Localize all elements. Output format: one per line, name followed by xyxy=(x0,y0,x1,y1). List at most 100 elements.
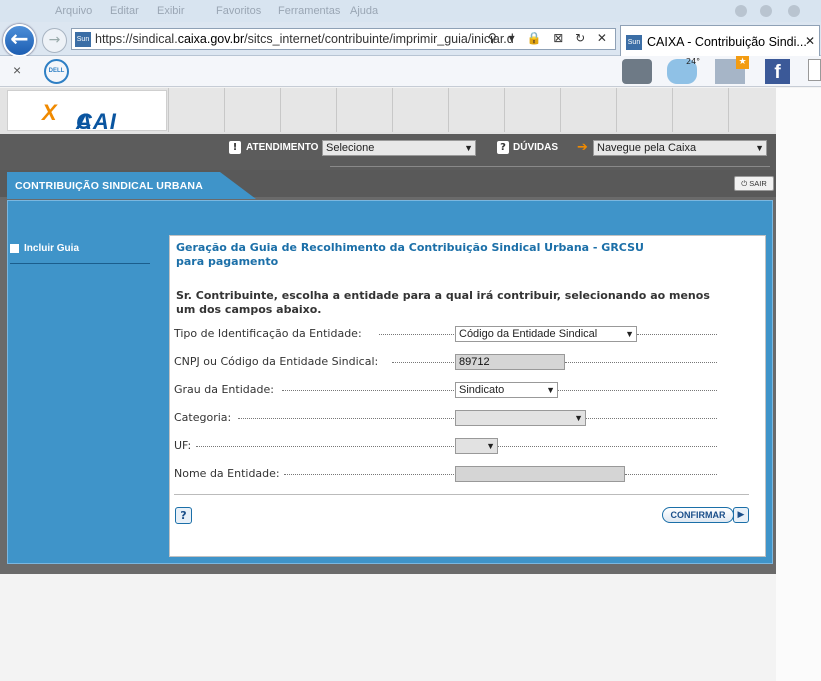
categoria-row: Categoria: ▼ xyxy=(174,410,754,426)
facebook-icon[interactable]: f xyxy=(765,59,790,84)
tipo-select[interactable]: Código da Entidade Sindical ▼ xyxy=(455,326,637,342)
tab-contribuicao-sindical[interactable]: CONTRIBUIÇÃO SINDICAL URBANA xyxy=(7,172,256,199)
dot-leader xyxy=(196,446,454,447)
dot-leader xyxy=(238,418,454,419)
grau-select[interactable]: Sindicato ▼ xyxy=(455,382,558,398)
weather-temperature: 24° xyxy=(686,57,701,66)
forward-button[interactable]: → xyxy=(42,28,67,53)
form-title-line2: para pagamento xyxy=(176,255,279,268)
home-icon[interactable] xyxy=(735,5,747,17)
header-cell xyxy=(168,88,224,132)
chevron-down-icon: ▼ xyxy=(755,143,764,153)
car-icon[interactable] xyxy=(622,59,652,84)
dot-leader xyxy=(284,474,454,475)
mail-icon[interactable]: ★ xyxy=(715,56,749,84)
instruction-line1: Sr. Contribuinte, escolha a entidade par… xyxy=(176,289,710,302)
categoria-label: Categoria: xyxy=(174,411,232,424)
dot-leader xyxy=(498,446,717,447)
dot-leader xyxy=(558,390,717,391)
dot-leader xyxy=(637,334,717,335)
close-toolbar-icon[interactable]: × xyxy=(13,62,21,78)
grau-select-value: Sindicato xyxy=(459,384,505,396)
atendimento-select[interactable]: Selecione ▼ xyxy=(322,140,476,156)
site-favicon-icon: Sun xyxy=(75,32,91,47)
dot-leader xyxy=(392,362,454,363)
header-cell xyxy=(560,88,616,132)
caixa-logo[interactable]: CAI X A xyxy=(7,90,167,134)
address-bar[interactable]: Sun https://sindical.caixa.gov.br/sitcs_… xyxy=(71,28,616,50)
menu-item-ajuda[interactable]: Ajuda xyxy=(350,5,378,17)
uf-select[interactable]: ▼ xyxy=(455,438,498,454)
atendimento-label: ATENDIMENTO xyxy=(246,142,319,153)
tab-close-icon[interactable]: ✕ xyxy=(805,34,815,48)
cnpj-label: CNPJ ou Código da Entidade Sindical: xyxy=(174,355,379,368)
sair-button[interactable]: ⏻ SAIR xyxy=(734,176,774,191)
grau-label: Grau da Entidade: xyxy=(174,383,274,396)
favorites-star-icon[interactable] xyxy=(760,5,772,17)
nome-label: Nome da Entidade: xyxy=(174,467,280,480)
address-bar-tools-icon[interactable]: ⚲ ▾ 🔒 ⊠ ↻ ✕ xyxy=(488,31,611,45)
menu-item-editar[interactable]: Editar xyxy=(110,5,139,17)
logo-text-tail: A xyxy=(76,109,93,134)
settings-gear-icon[interactable] xyxy=(788,5,800,17)
header-cell xyxy=(280,88,336,132)
menu-item-exibir[interactable]: Exibir xyxy=(157,5,185,17)
back-button[interactable]: ← xyxy=(3,24,36,57)
forward-arrow-icon: → xyxy=(48,32,61,48)
sair-label: SAIR xyxy=(749,179,767,188)
form-title: Geração da Guia de Recolhimento da Contr… xyxy=(176,241,644,269)
confirmar-button[interactable]: CONFIRMAR xyxy=(662,507,734,523)
sidebar-item-incluir-guia[interactable]: Incluir Guia xyxy=(10,243,150,264)
header-cell xyxy=(672,88,728,132)
site-header: CAI X A xyxy=(0,88,776,134)
tipo-select-value: Código da Entidade Sindical xyxy=(459,328,598,340)
dot-leader xyxy=(586,418,717,419)
categoria-select[interactable]: ▼ xyxy=(455,410,586,426)
menu-item-arquivo[interactable]: Arquivo xyxy=(55,5,92,17)
tab-title: CAIXA - Contribuição Sindi... xyxy=(647,35,807,49)
arrow-right-icon: ➔ xyxy=(577,140,588,155)
url-domain: caixa.gov.br xyxy=(177,32,245,46)
help-button[interactable]: ? xyxy=(175,507,192,524)
form-instructions: Sr. Contribuinte, escolha a entidade par… xyxy=(176,289,756,317)
cnpj-input[interactable]: 89712 xyxy=(455,354,565,370)
navegue-select[interactable]: Navegue pela Caixa ▼ xyxy=(593,140,767,156)
weather-icon[interactable]: 24° xyxy=(667,57,701,84)
browser-menu-bar: Arquivo Editar Exibir Favoritos Ferramen… xyxy=(0,0,821,22)
form-divider xyxy=(174,494,749,495)
navegue-select-value: Navegue pela Caixa xyxy=(597,142,697,154)
logo-text-x: X xyxy=(42,100,58,125)
chevron-down-icon: ▼ xyxy=(464,143,473,153)
toolbar-search-box[interactable] xyxy=(808,59,821,81)
browser-nav-bar: ← → Sun https://sindical.caixa.gov.br/si… xyxy=(0,22,821,57)
menu-item-favoritos[interactable]: Favoritos xyxy=(216,5,261,17)
help-question-icon: ? xyxy=(497,141,509,154)
url-prefix: https://sindical. xyxy=(95,32,178,46)
caixa-page: CAI X A ! ATENDIMENTO Selecione ▼ ? DÚVIDA… xyxy=(0,88,776,574)
dot-leader xyxy=(565,362,717,363)
service-bar: ! ATENDIMENTO Selecione ▼ ? DÚVIDAS ➔ Na… xyxy=(0,134,776,170)
duvidas-label[interactable]: DÚVIDAS xyxy=(513,142,558,153)
chevron-down-icon: ▼ xyxy=(486,441,495,451)
nome-row: Nome da Entidade: xyxy=(174,466,754,482)
header-cell xyxy=(224,88,280,132)
favorites-bar: × DELL 24° ★ f xyxy=(0,56,821,87)
chevron-down-icon: ▼ xyxy=(625,329,634,339)
play-arrow-icon[interactable]: ▶ xyxy=(733,507,749,523)
page-right-margin xyxy=(776,88,821,681)
guia-form: Geração da Guia de Recolhimento da Contr… xyxy=(169,235,766,557)
nome-input[interactable] xyxy=(455,466,625,482)
divider xyxy=(330,166,770,167)
sidebar-item-label: Incluir Guia xyxy=(24,243,80,254)
header-cell xyxy=(392,88,448,132)
header-cell xyxy=(616,88,672,132)
browser-tab-active[interactable]: Sun CAIXA - Contribuição Sindi... ✕ xyxy=(620,25,820,56)
instruction-line2: um dos campos abaixo. xyxy=(176,303,322,316)
dell-logo-icon[interactable]: DELL xyxy=(44,59,69,84)
grau-row: Grau da Entidade: Sindicato ▼ xyxy=(174,382,754,398)
menu-item-ferramentas[interactable]: Ferramentas xyxy=(278,5,340,17)
uf-label: UF: xyxy=(174,439,192,452)
header-cell xyxy=(728,88,776,132)
mail-star-badge: ★ xyxy=(736,56,749,69)
url-text[interactable]: https://sindical.caixa.gov.br/sitcs_inte… xyxy=(95,32,515,46)
